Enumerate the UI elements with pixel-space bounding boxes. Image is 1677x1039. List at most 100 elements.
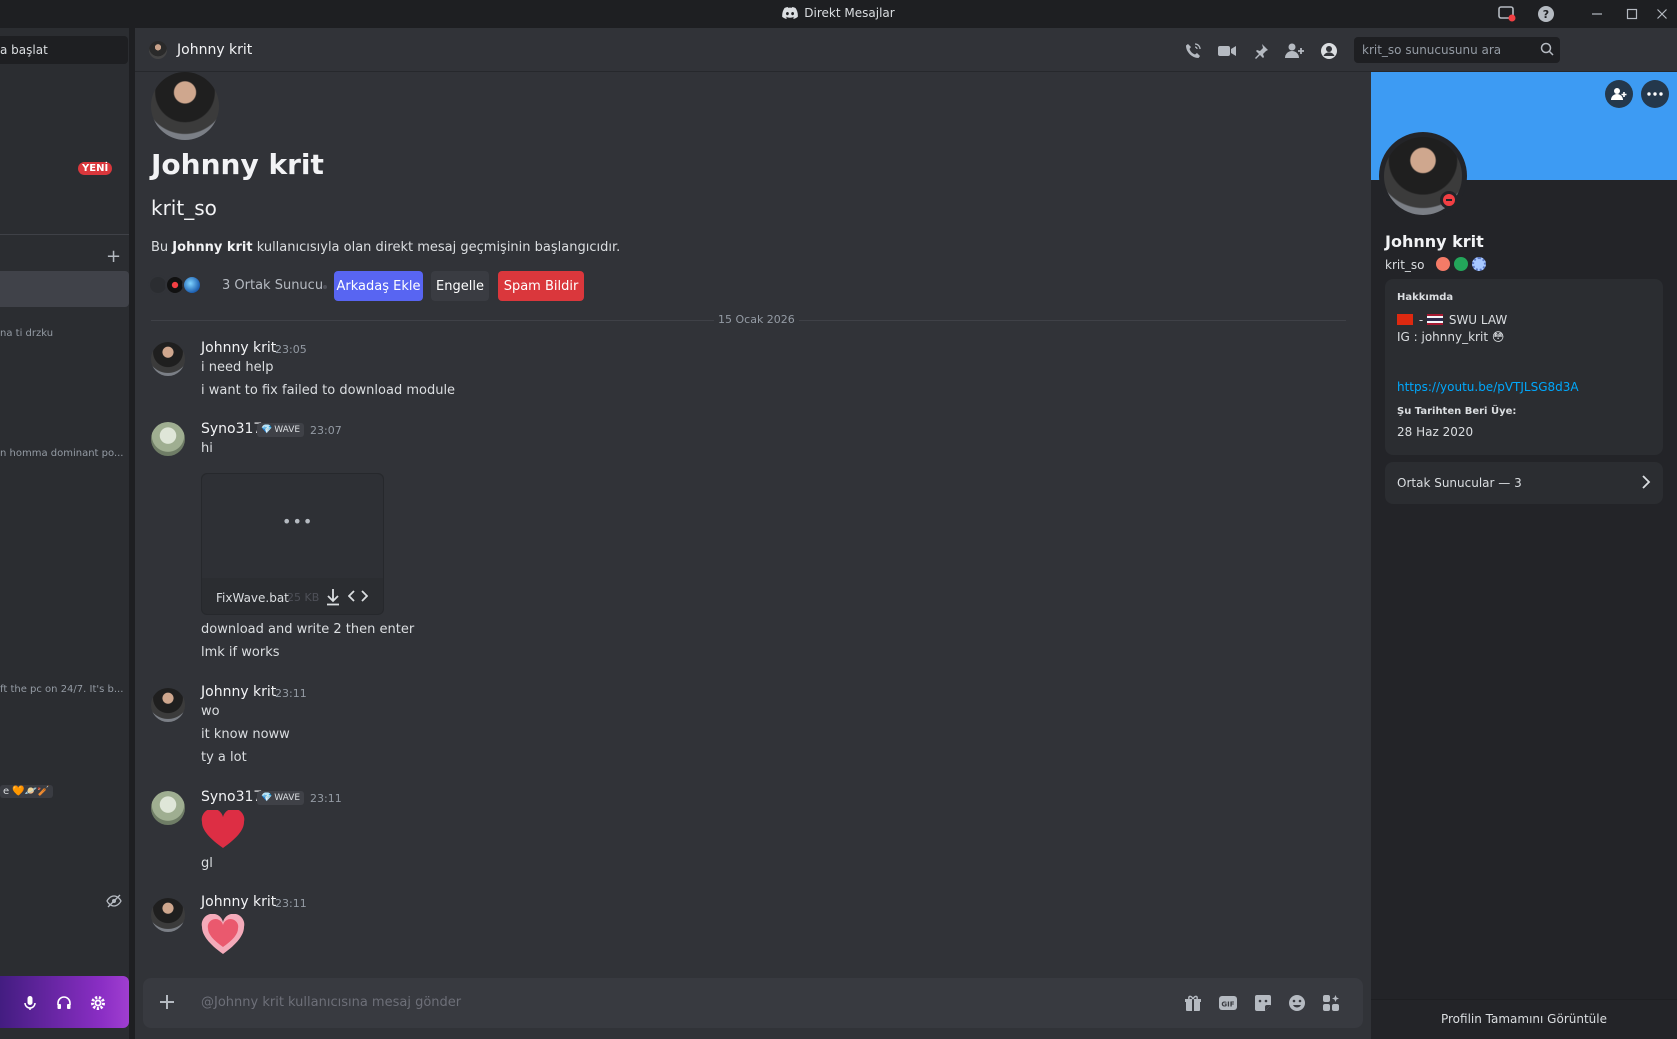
svg-text:?: ? bbox=[1543, 8, 1549, 21]
voice-call-icon[interactable] bbox=[1182, 40, 1204, 62]
intro-desc-suffix: kullanıcısıyla olan direkt mesaj geçmişi… bbox=[252, 240, 621, 255]
maximize-icon[interactable] bbox=[1621, 4, 1643, 24]
user-profile-toggle-icon[interactable] bbox=[1318, 40, 1340, 62]
header-avatar bbox=[149, 41, 167, 59]
clan-tag-text: WAVE bbox=[274, 425, 301, 435]
emoji-icon[interactable] bbox=[1287, 993, 1307, 1013]
discord-icon bbox=[782, 7, 799, 19]
headphones-icon[interactable] bbox=[54, 993, 74, 1013]
message-text: i want to fix failed to download module bbox=[201, 383, 456, 398]
gear-icon[interactable] bbox=[88, 993, 108, 1013]
message-timestamp: 23:07 bbox=[310, 424, 342, 437]
intro-desc-prefix: Bu bbox=[151, 240, 173, 255]
view-full-profile-text: Profilin Tamamını Görüntüle bbox=[1440, 1012, 1607, 1026]
add-friend-button[interactable]: Arkadaş Ekle bbox=[334, 271, 423, 301]
hong-kong-flag-icon bbox=[1397, 314, 1413, 325]
dm-preview[interactable]: na ti drzku bbox=[0, 328, 53, 339]
mutual-server-icon[interactable] bbox=[182, 275, 202, 295]
diamond-icon: 💎 bbox=[261, 793, 273, 803]
message-text: gl bbox=[201, 856, 213, 871]
message-timestamp: 23:05 bbox=[275, 343, 307, 356]
message-author[interactable]: Johnny krit bbox=[201, 894, 276, 910]
avatar[interactable] bbox=[151, 422, 185, 456]
clan-tag[interactable]: 💎 WAVE bbox=[257, 791, 305, 805]
create-dm-icon[interactable]: + bbox=[106, 246, 121, 267]
microphone-icon[interactable] bbox=[20, 993, 40, 1013]
about-line-2: IG : johnny_krit 😳 bbox=[1397, 330, 1504, 344]
intro-description: Bu Johnny krit kullanıcısıyla olan direk… bbox=[151, 240, 620, 255]
server-search-placeholder: krit_so sunucusunu ara bbox=[1362, 43, 1502, 57]
hashtag-badge-icon[interactable] bbox=[1454, 257, 1468, 271]
chat-area: Johnny krit krit_so Bu Johnny krit kulla… bbox=[135, 72, 1371, 1039]
window-title: Direkt Mesajlar bbox=[804, 6, 895, 20]
dm-preview[interactable]: ft the pc on 24/7. It's b... bbox=[0, 684, 123, 695]
about-link[interactable]: https://youtu.be/pVTJLSG8d3A bbox=[1397, 380, 1579, 394]
minimize-icon[interactable] bbox=[1586, 4, 1608, 24]
search-icon bbox=[1540, 42, 1554, 56]
avatar[interactable] bbox=[151, 898, 185, 932]
help-icon[interactable]: ? bbox=[1535, 4, 1557, 24]
message-author[interactable]: Johnny krit bbox=[201, 684, 276, 700]
pin-icon[interactable] bbox=[1250, 40, 1272, 62]
chevron-right-icon bbox=[1641, 474, 1651, 490]
message-text: download and write 2 then enter bbox=[201, 622, 415, 637]
close-icon[interactable] bbox=[1651, 4, 1673, 24]
video-call-icon[interactable] bbox=[1216, 40, 1238, 62]
message-input-placeholder[interactable]: @Johnny krit kullanıcısına mesaj gönder bbox=[201, 995, 461, 1010]
message-author[interactable]: Syno317 bbox=[201, 789, 262, 805]
gift-icon[interactable] bbox=[1183, 993, 1203, 1013]
avatar[interactable] bbox=[151, 688, 185, 722]
member-since-label: Şu Tarihten Beri Üye: bbox=[1397, 406, 1517, 417]
new-badge: YENİ bbox=[78, 162, 113, 175]
gif-icon[interactable]: GIF bbox=[1218, 993, 1238, 1013]
avatar[interactable] bbox=[151, 342, 185, 376]
apps-icon[interactable] bbox=[1321, 993, 1341, 1013]
sticker-icon[interactable] bbox=[1253, 993, 1273, 1013]
mutual-servers-count[interactable]: 3 Ortak Sunucu bbox=[222, 278, 323, 293]
add-friend-icon[interactable] bbox=[1605, 80, 1633, 108]
message-author[interactable]: Syno317 bbox=[201, 421, 262, 437]
separator-dot bbox=[323, 285, 327, 289]
attachment-filename[interactable]: FixWave.bat bbox=[216, 591, 289, 605]
block-button[interactable]: Engelle bbox=[431, 271, 489, 301]
avatar[interactable] bbox=[151, 791, 185, 825]
about-card: Hakkımda - SWU LAW IG : johnny_krit 😳 ht… bbox=[1385, 279, 1663, 455]
clan-tag[interactable]: 💎 WAVE bbox=[257, 423, 305, 437]
eye-slash-icon[interactable] bbox=[106, 894, 122, 908]
message-text: hi bbox=[201, 441, 213, 456]
view-full-profile-button[interactable]: Profilin Tamamını Görüntüle bbox=[1371, 999, 1677, 1039]
profile-username[interactable]: krit_so bbox=[1385, 258, 1425, 272]
server-search-input[interactable]: krit_so sunucusunu ara bbox=[1354, 37, 1560, 63]
growing-heart-emoji bbox=[201, 914, 245, 956]
attachment-size: 25 KB bbox=[287, 591, 320, 604]
file-attachment[interactable]: ••• FixWave.bat 25 KB bbox=[201, 473, 384, 615]
dnd-status-icon bbox=[1440, 191, 1458, 209]
dm-item-selected[interactable] bbox=[0, 271, 129, 307]
code-view-icon[interactable] bbox=[348, 588, 368, 604]
message-composer[interactable]: @Johnny krit kullanıcısına mesaj gönder … bbox=[143, 978, 1363, 1028]
nitro-badge-icon[interactable] bbox=[1472, 257, 1486, 271]
message-text: it know noww bbox=[201, 727, 290, 742]
message-text: ty a lot bbox=[201, 750, 247, 765]
badge-icon[interactable] bbox=[1436, 257, 1450, 271]
find-conversation-text: a başlat bbox=[0, 43, 48, 57]
profile-display-name: Johnny krit bbox=[1385, 232, 1484, 251]
mutual-servers-row[interactable]: Ortak Sunucular — 3 bbox=[1385, 462, 1663, 504]
user-panel bbox=[0, 976, 129, 1028]
find-conversation-button[interactable]: a başlat bbox=[0, 36, 128, 64]
dash: - bbox=[1418, 313, 1424, 327]
dm-status-emojis: e 🧡🪐🏏 bbox=[0, 785, 53, 798]
screen-share-icon[interactable] bbox=[1496, 4, 1518, 24]
upload-plus-icon[interactable] bbox=[157, 992, 177, 1012]
message-author[interactable]: Johnny krit bbox=[201, 340, 276, 356]
more-options-icon[interactable] bbox=[1641, 80, 1669, 108]
add-friends-to-dm-icon[interactable] bbox=[1284, 40, 1306, 62]
clan-tag-text: WAVE bbox=[274, 793, 301, 803]
download-icon[interactable] bbox=[325, 588, 341, 606]
diamond-icon: 💎 bbox=[261, 425, 273, 435]
dm-preview[interactable]: n homma dominant po... bbox=[0, 448, 123, 459]
thailand-flag-icon bbox=[1427, 314, 1443, 325]
about-line-1: - SWU LAW bbox=[1397, 313, 1507, 327]
intro-desc-name: Johnny krit bbox=[172, 240, 253, 255]
report-spam-button[interactable]: Spam Bildir bbox=[498, 271, 584, 301]
